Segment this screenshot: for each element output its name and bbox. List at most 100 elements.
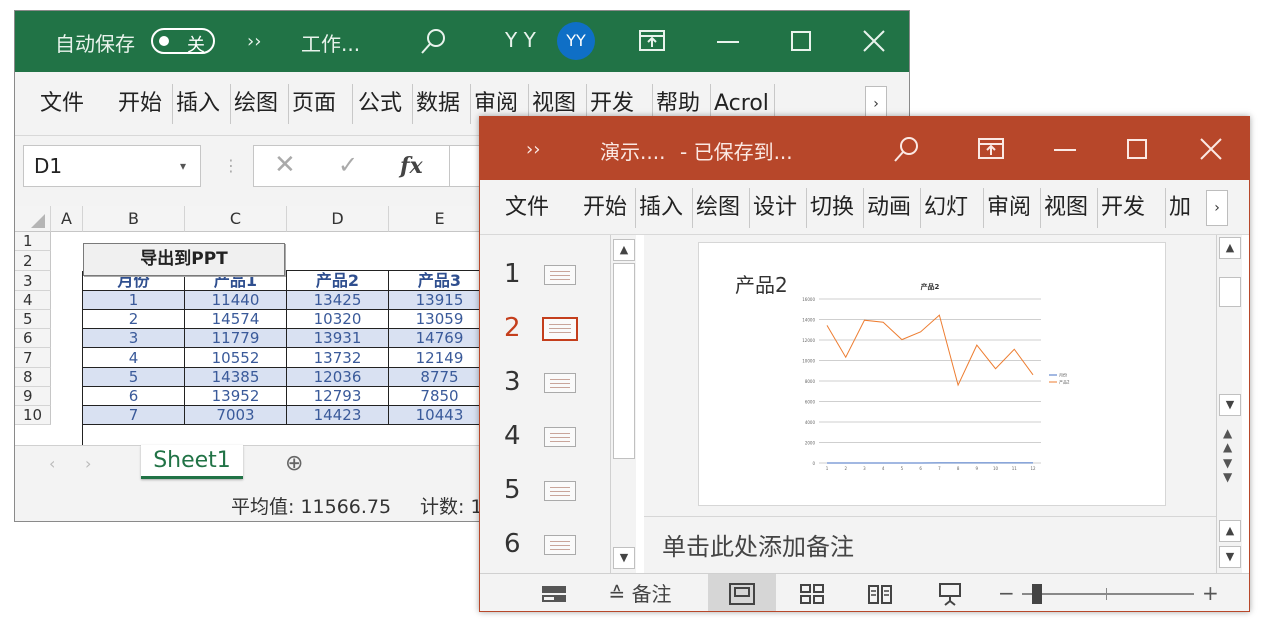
maximize-icon[interactable] — [1127, 139, 1147, 159]
table-cell[interactable]: 12793 — [287, 387, 389, 406]
tab-formulas[interactable]: 公式 — [355, 84, 413, 124]
tab-design[interactable]: 设计 — [750, 188, 807, 228]
tab-animations[interactable]: 动画 — [864, 188, 921, 228]
chevron-down-icon[interactable]: ▾ — [180, 146, 186, 186]
scroll-down-icon[interactable]: ▼ — [1219, 394, 1241, 416]
scroll-thumb[interactable] — [1219, 277, 1241, 307]
insert-function-icon[interactable]: fx — [400, 153, 423, 179]
scroll-down-icon[interactable]: ▼ — [613, 547, 635, 569]
row-header-5[interactable]: 5 — [15, 310, 51, 329]
scroll-thumb[interactable] — [613, 263, 635, 459]
slide-info-icon[interactable] — [542, 586, 566, 602]
table-cell[interactable]: 11440 — [185, 291, 287, 310]
column-header-e[interactable]: E — [389, 206, 491, 232]
table-cell[interactable]: 13915 — [389, 291, 491, 310]
name-box[interactable]: D1 ▾ — [23, 145, 201, 187]
export-to-ppt-button[interactable]: 导出到PPT — [83, 243, 285, 276]
row-header-1[interactable]: 1 — [15, 232, 51, 251]
close-icon[interactable] — [863, 30, 885, 52]
next-slide-icon[interactable]: ▼ ▼ — [1223, 456, 1232, 484]
ribbon-display-icon[interactable] — [639, 30, 665, 52]
tab-home[interactable]: 开始 — [115, 84, 173, 124]
table-cell[interactable]: 6 — [83, 387, 185, 406]
scroll-up-icon[interactable]: ▲ — [613, 239, 635, 261]
table-header-cell[interactable]: 产品3 — [389, 271, 491, 291]
ribbon-display-icon[interactable] — [978, 138, 1004, 160]
file-name[interactable]: 工作... — [301, 28, 360, 57]
table-cell[interactable]: 10552 — [185, 348, 287, 368]
more-commands-button[interactable]: ›› — [526, 139, 540, 160]
table-cell[interactable]: 14423 — [287, 406, 389, 425]
add-sheet-icon[interactable]: ⊕ — [285, 451, 303, 476]
table-cell[interactable]: 13059 — [389, 310, 491, 329]
slide-scrollbar[interactable]: ▲ ▼ ▲ ▲ ▼ ▼ — [1216, 235, 1242, 516]
slide-thumbnail[interactable] — [544, 481, 576, 501]
file-name[interactable]: 演示.... — [600, 136, 665, 165]
saved-status[interactable]: - 已保存到... — [680, 136, 793, 165]
column-header-d[interactable]: D — [287, 206, 389, 232]
close-icon[interactable] — [1200, 138, 1222, 160]
tab-home[interactable]: 开始 — [580, 188, 636, 228]
tab-file[interactable]: 文件 — [502, 188, 560, 228]
table-cell[interactable]: 4 — [83, 348, 185, 368]
next-sheet-icon[interactable]: › — [85, 454, 91, 473]
row-header-8[interactable]: 8 — [15, 368, 51, 387]
slide-thumbnail[interactable] — [544, 373, 576, 393]
tab-slideshow[interactable]: 幻灯片放映 — [921, 188, 984, 228]
table-cell[interactable]: 10320 — [287, 310, 389, 329]
table-cell[interactable]: 13931 — [287, 329, 389, 348]
tab-insert[interactable]: 插入 — [173, 84, 231, 124]
search-icon[interactable] — [892, 135, 920, 165]
slide-sorter-button[interactable] — [784, 574, 840, 611]
tab-review[interactable]: 审阅 — [984, 188, 1041, 228]
zoom-in-button[interactable]: + — [1202, 581, 1219, 605]
tab-addins[interactable]: 加载项 — [1166, 188, 1206, 228]
table-cell[interactable]: 13732 — [287, 348, 389, 368]
row-header-6[interactable]: 6 — [15, 329, 51, 348]
notes-scrollbar[interactable]: ▲ ▼ — [1216, 516, 1242, 573]
scroll-down-icon[interactable]: ▼ — [1219, 546, 1241, 568]
slide-thumbnail[interactable] — [544, 265, 576, 285]
previous-slide-icon[interactable]: ▲ ▲ — [1223, 426, 1232, 454]
column-header-c[interactable]: C — [185, 206, 287, 232]
table-cell[interactable]: 11779 — [185, 329, 287, 348]
row-header-4[interactable]: 4 — [15, 291, 51, 310]
table-cell[interactable]: 7003 — [185, 406, 287, 425]
prev-sheet-icon[interactable]: ‹ — [49, 454, 55, 473]
tab-file[interactable]: 文件 — [37, 84, 95, 124]
table-cell[interactable]: 13952 — [185, 387, 287, 406]
table-cell[interactable]: 14385 — [185, 368, 287, 387]
table-cell[interactable]: 3 — [83, 329, 185, 348]
tab-view[interactable]: 视图 — [1041, 188, 1098, 228]
autosave-toggle[interactable]: 关 — [151, 28, 215, 56]
reading-view-button[interactable] — [852, 574, 908, 611]
zoom-out-button[interactable]: − — [998, 581, 1015, 605]
zoom-slider-track[interactable] — [1022, 593, 1194, 595]
ribbon-scroll-right-button[interactable]: › — [1206, 190, 1228, 226]
column-header-b[interactable]: B — [83, 206, 185, 232]
table-cell[interactable]: 5 — [83, 368, 185, 387]
scroll-up-icon[interactable]: ▲ — [1219, 520, 1241, 542]
cancel-icon[interactable]: ✕ — [274, 150, 296, 180]
table-cell[interactable]: 14769 — [389, 329, 491, 348]
row-header-10[interactable]: 10 — [15, 406, 51, 425]
table-header-cell[interactable]: 产品2 — [287, 271, 389, 291]
zoom-slider-thumb[interactable] — [1032, 584, 1042, 604]
search-icon[interactable] — [419, 27, 447, 57]
table-cell[interactable]: 14574 — [185, 310, 287, 329]
tab-draw[interactable]: 绘图 — [693, 188, 750, 228]
avatar[interactable]: YY — [557, 22, 595, 60]
table-cell[interactable]: 7850 — [389, 387, 491, 406]
minimize-icon[interactable] — [717, 40, 739, 44]
table-cell[interactable]: 12149 — [389, 348, 491, 368]
column-header-a[interactable]: A — [51, 206, 83, 232]
tab-transitions[interactable]: 切换 — [807, 188, 864, 228]
sheet-tab-sheet1[interactable]: Sheet1 — [141, 445, 243, 479]
thumbnail-scrollbar[interactable]: ▲ ▼ — [610, 235, 636, 573]
scroll-up-icon[interactable]: ▲ — [1219, 237, 1241, 259]
slide-thumbnail[interactable] — [542, 317, 578, 341]
slide-thumbnail[interactable] — [544, 535, 576, 555]
slide-thumbnail[interactable] — [544, 427, 576, 447]
table-cell[interactable]: 2 — [83, 310, 185, 329]
notes-toggle-button[interactable]: ≙ 备注 — [600, 574, 680, 611]
